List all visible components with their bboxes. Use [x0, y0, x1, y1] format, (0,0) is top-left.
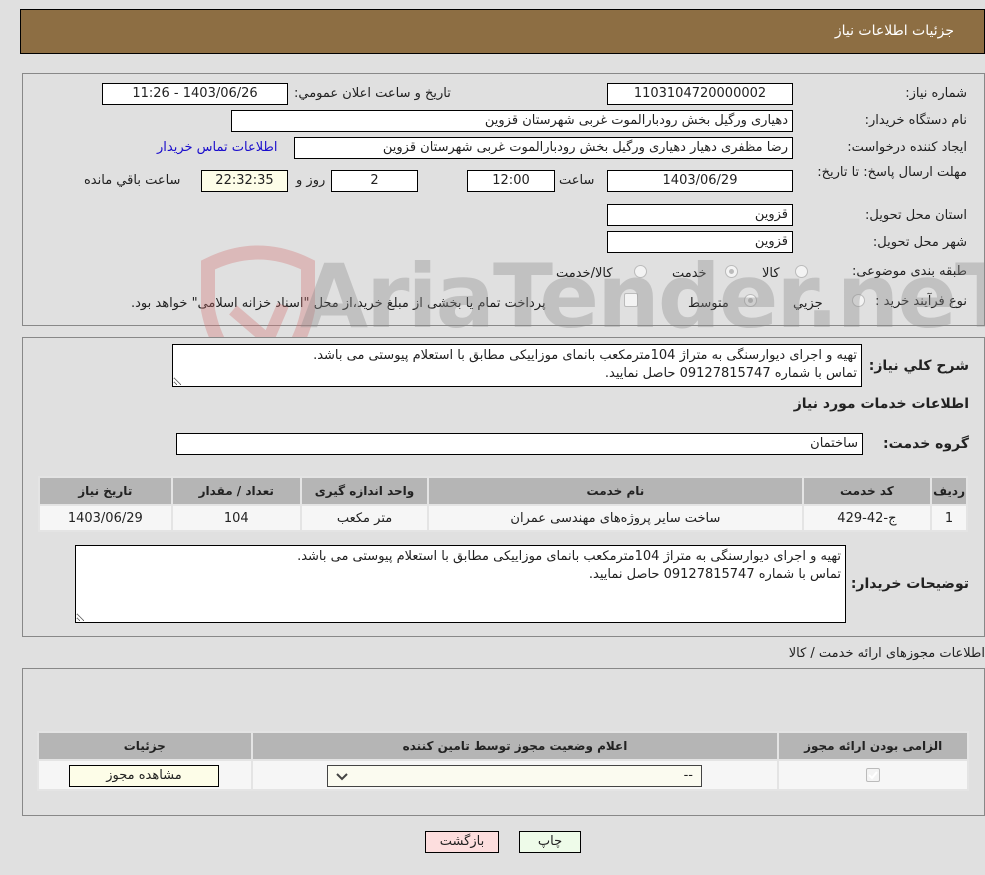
buyer-contact-link[interactable]: اطلاعات تماس خريدار: [157, 140, 277, 155]
city-field: قزوین: [607, 231, 793, 253]
buyer-notes-label: توضيحات خريدار:: [850, 576, 969, 592]
col-need-date: تاريخ نياز: [38, 476, 173, 506]
process-radio-minor[interactable]: [852, 294, 865, 307]
process-option-medium: متوسط: [688, 296, 729, 311]
category-option-goods: کالا: [762, 266, 780, 281]
cell-quantity: 104: [170, 504, 302, 532]
col-quantity: تعداد / مقدار: [170, 476, 302, 506]
province-label: استان محل تحويل:: [865, 208, 967, 223]
category-label: طبقه بندی موضوعی:: [851, 264, 967, 279]
print-button[interactable]: چاپ: [519, 831, 581, 853]
remaining-time-field: 22:32:35: [201, 170, 288, 192]
buyer-org-label: نام دستگاه خريدار:: [864, 113, 967, 128]
deadline-time-label: ساعت: [559, 173, 595, 188]
buyer-notes-textarea[interactable]: [75, 545, 846, 623]
col-service-code: کد خدمت: [801, 476, 933, 506]
col-permit-required: الزامی بودن ارائه مجوز: [777, 731, 969, 761]
buyer-org-field: دهیاری ورگیل بخش رودبارالموت غربی شهرستا…: [231, 110, 793, 132]
chevron-down-icon: [336, 773, 348, 781]
treasury-checkbox[interactable]: [624, 293, 638, 307]
deadline-label: مهلت ارسال پاسخ: تا تاريخ:: [817, 165, 967, 180]
process-option-minor: جزيي: [793, 296, 823, 311]
cell-service-code: ج-42-429: [801, 504, 933, 532]
view-permit-button[interactable]: مشاهده مجوز: [69, 765, 219, 787]
creator-field: رضا مظفری دهیار دهیاری ورگیل بخش رودبارا…: [294, 137, 793, 159]
col-service-name: نام خدمت: [427, 476, 804, 506]
category-option-both: کالا/خدمت: [556, 266, 613, 281]
process-radio-medium[interactable]: [744, 294, 757, 307]
announce-label: تاريخ و ساعت اعلان عمومي:: [294, 86, 451, 101]
cell-service-name: ساخت سایر پروژه‌های مهندسی عمران: [427, 504, 804, 532]
category-radio-both[interactable]: [634, 265, 647, 278]
days-label: روز و: [296, 173, 326, 188]
description-textarea[interactable]: [172, 344, 862, 387]
back-button[interactable]: بازگشت: [425, 831, 499, 853]
permit-status-select[interactable]: --: [327, 765, 702, 787]
permit-required-checkbox: [866, 768, 881, 782]
service-group-label: گروه خدمت:: [883, 436, 969, 452]
deadline-time-field: 12:00: [467, 170, 555, 192]
col-unit: واحد اندازه گيری: [299, 476, 430, 506]
service-group-field: ساختمان: [176, 433, 863, 455]
col-row-number: رديف: [930, 476, 968, 506]
category-radio-goods[interactable]: [795, 265, 808, 278]
permits-table-header: الزامی بودن ارائه مجوز اعلام وضعيت مجوز …: [37, 731, 969, 761]
deadline-date-field: 1403/06/29: [607, 170, 793, 192]
city-label: شهر محل تحويل:: [872, 235, 967, 250]
page-title: جزئیات اطلاعات نیاز: [834, 23, 954, 39]
cell-row-number: 1: [930, 504, 968, 532]
permits-section-title: اطلاعات مجوزهای ارائه خدمت / کالا: [788, 646, 985, 661]
days-field: 2: [331, 170, 418, 192]
check-icon: [868, 771, 878, 780]
services-table: رديف کد خدمت نام خدمت واحد اندازه گيری ت…: [38, 476, 968, 532]
need-number-label: شماره نیاز:: [905, 86, 967, 101]
cell-permit-required: [777, 759, 969, 791]
services-section-title: اطلاعات خدمات مورد نياز: [793, 396, 969, 412]
cell-need-date: 1403/06/29: [38, 504, 173, 532]
col-permit-details: جزئيات: [37, 731, 253, 761]
description-label: شرح کلي نياز:: [868, 358, 969, 374]
process-label: نوع فرآیند خرید :: [875, 294, 967, 309]
col-permit-status: اعلام وضعيت مجوز توسط تامين کننده: [250, 731, 780, 761]
remaining-label: ساعت باقي مانده: [84, 173, 181, 188]
province-field: قزوین: [607, 204, 793, 226]
category-option-service: خدمت: [672, 266, 707, 281]
permit-status-value: --: [683, 768, 693, 783]
need-number-field: 1103104720000002: [607, 83, 793, 105]
services-table-header: رديف کد خدمت نام خدمت واحد اندازه گيری ت…: [38, 476, 968, 506]
treasury-note: پرداخت تمام يا بخشی از مبلغ خريد،از محل …: [131, 296, 546, 311]
table-row: 1 ج-42-429 ساخت سایر پروژه‌های مهندسی عم…: [38, 504, 968, 532]
creator-label: ایجاد کننده درخواست:: [847, 140, 967, 155]
cell-unit: متر مکعب: [299, 504, 430, 532]
category-radio-service[interactable]: [725, 265, 738, 278]
announce-field: 1403/06/26 - 11:26: [102, 83, 288, 105]
page-header: جزئیات اطلاعات نیاز: [20, 9, 985, 54]
